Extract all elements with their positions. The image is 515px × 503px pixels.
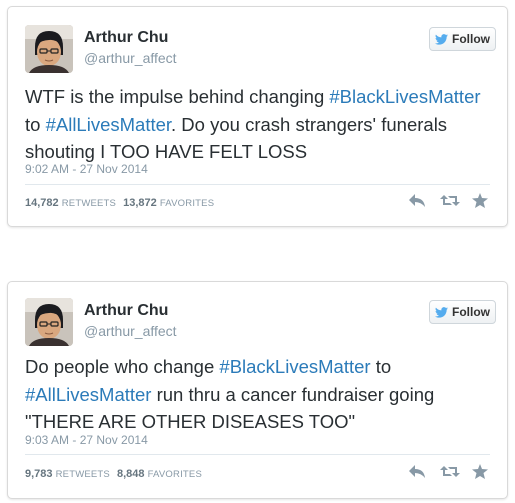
tweet-text-part: Do people who change — [25, 356, 220, 377]
author-handle[interactable]: @arthur_affect — [84, 50, 177, 66]
favorites-count: 8,848 — [116, 468, 145, 480]
retweets-stat[interactable]: 14,782 RETWEETS — [25, 197, 116, 209]
favorites-label: FAVORITES — [159, 198, 215, 209]
tweet-text: Do people who change #BlackLivesMatter t… — [25, 353, 495, 436]
divider — [25, 454, 490, 455]
retweets-count: 9,783 — [25, 468, 53, 480]
hashtag-link[interactable]: #BlackLivesMatter — [329, 86, 480, 107]
tweet-text-part: to — [370, 356, 392, 377]
tweet-actions — [408, 193, 490, 208]
reply-icon[interactable] — [408, 464, 426, 479]
reply-icon[interactable] — [408, 193, 426, 208]
hashtag-link[interactable]: #AllLivesMatter — [46, 114, 171, 135]
follow-button[interactable]: Follow — [429, 27, 496, 51]
tweet-card-2: Arthur Chu @arthur_affect Follow Do peop… — [7, 281, 508, 499]
favorites-count: 13,872 — [123, 197, 157, 209]
author-name[interactable]: Arthur Chu — [84, 29, 168, 47]
retweets-stat[interactable]: 9,783 RETWEETS — [25, 468, 110, 480]
twitter-bird-icon — [435, 306, 448, 318]
author-handle[interactable]: @arthur_affect — [84, 323, 177, 339]
tweet-stats: 14,782 RETWEETS 13,872 FAVORITES — [25, 197, 214, 209]
retweets-label: RETWEETS — [61, 198, 117, 209]
retweets-count: 14,782 — [25, 197, 59, 209]
follow-button[interactable]: Follow — [429, 300, 496, 324]
hashtag-link[interactable]: #AllLivesMatter — [25, 384, 151, 405]
tweet-text-part: to — [25, 113, 46, 135]
avatar[interactable] — [25, 298, 73, 346]
favorites-stat[interactable]: 8,848 FAVORITES — [117, 468, 202, 480]
retweet-icon[interactable] — [440, 193, 460, 208]
retweets-label: RETWEETS — [55, 469, 110, 480]
tweet-actions — [408, 464, 490, 479]
tweet-text: WTF is the impulse behind changing #Blac… — [25, 83, 495, 166]
follow-label: Follow — [452, 32, 490, 46]
favorites-stat[interactable]: 13,872 FAVORITES — [123, 197, 214, 209]
tweet-text-part: WTF is the impulse behind changing — [25, 86, 330, 107]
avatar[interactable] — [25, 25, 73, 73]
timestamp[interactable]: 9:02 AM - 27 Nov 2014 — [25, 162, 148, 176]
follow-label: Follow — [452, 305, 490, 319]
twitter-bird-icon — [435, 33, 448, 45]
timestamp[interactable]: 9:03 AM - 27 Nov 2014 — [25, 433, 148, 447]
tweet-stats: 9,783 RETWEETS 8,848 FAVORITES — [25, 468, 202, 480]
author-name[interactable]: Arthur Chu — [84, 302, 168, 320]
hashtag-link[interactable]: #BlackLivesMatter — [219, 356, 370, 377]
retweet-icon[interactable] — [440, 464, 460, 479]
tweet-card-1: Arthur Chu @arthur_affect Follow WTF is … — [7, 6, 508, 227]
divider — [25, 184, 490, 185]
favorites-label: FAVORITES — [147, 469, 202, 480]
favorite-star-icon[interactable] — [472, 193, 490, 208]
favorite-star-icon[interactable] — [472, 464, 490, 479]
